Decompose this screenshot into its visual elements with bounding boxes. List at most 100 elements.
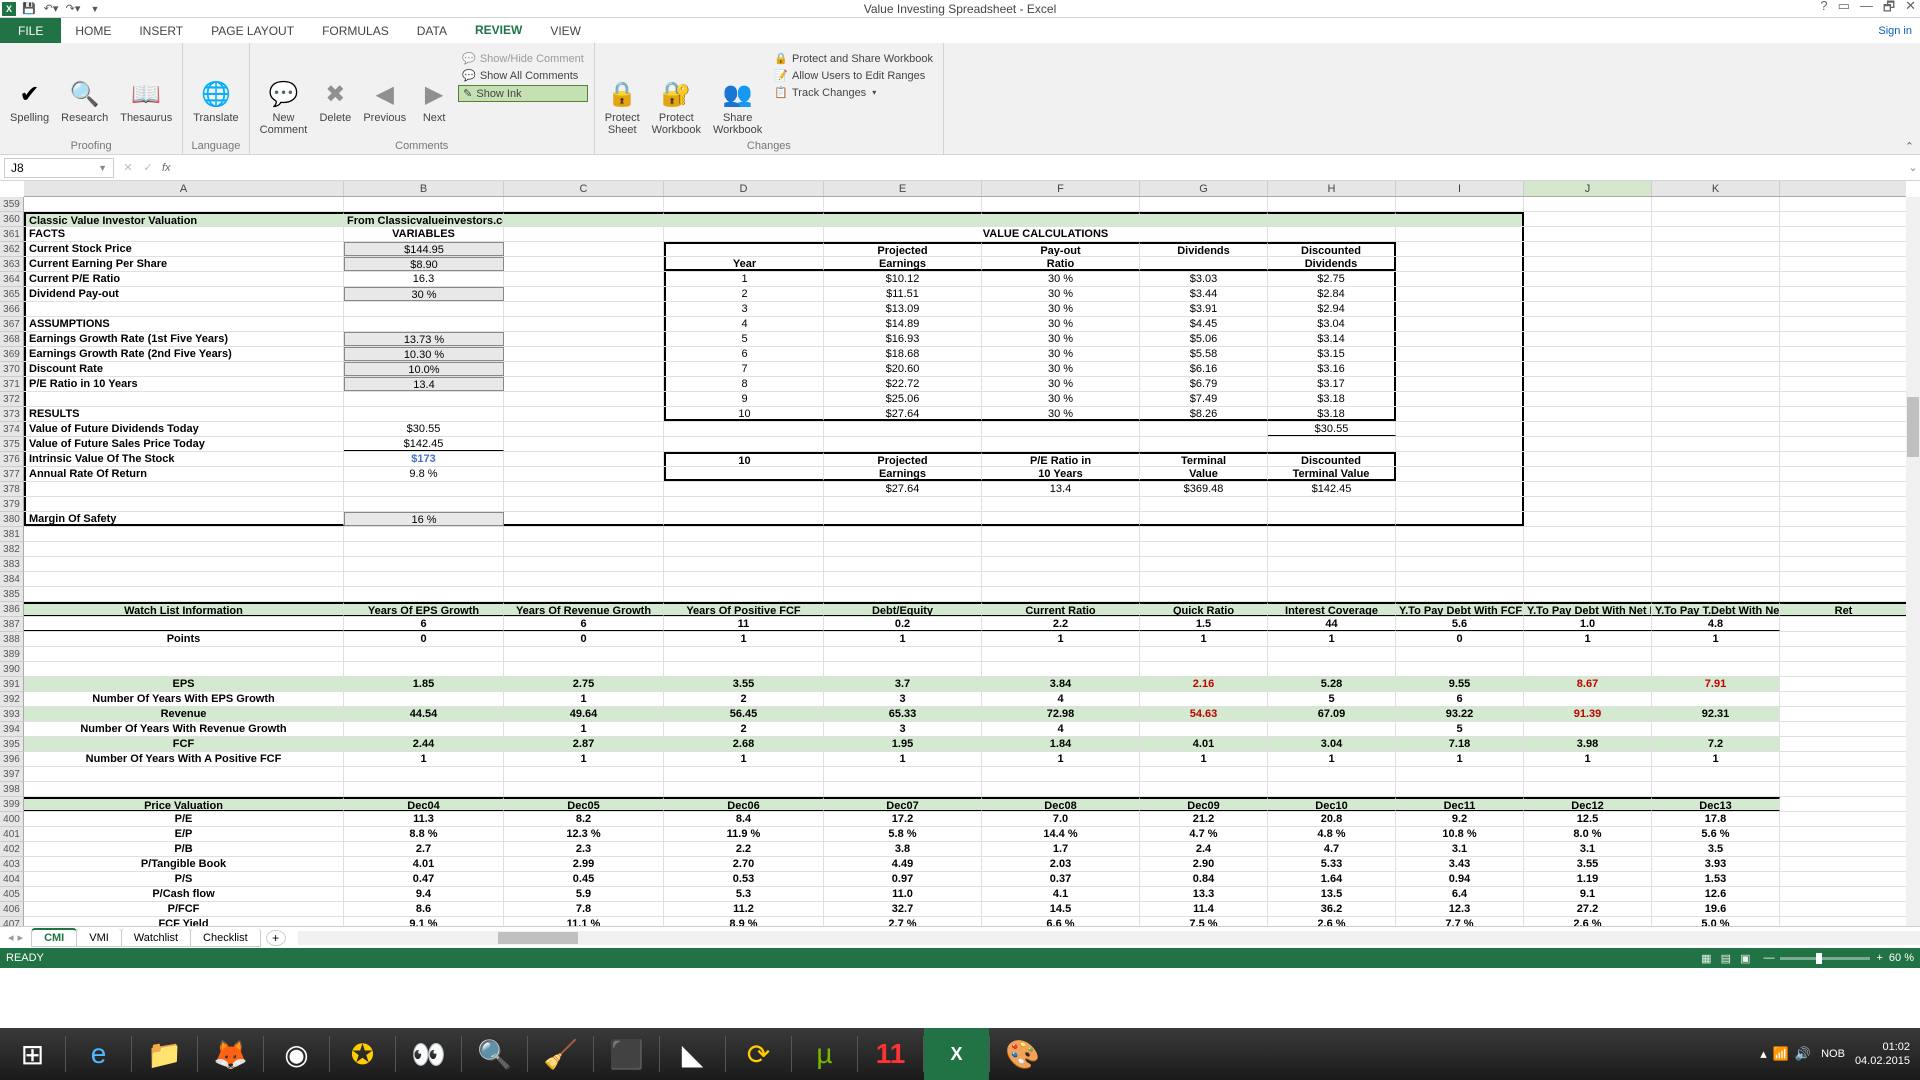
allow-edit-ranges-button[interactable]: 📝Allow Users to Edit Ranges: [770, 68, 937, 83]
thesaurus-button[interactable]: 📖Thesaurus: [116, 47, 176, 138]
zoom-in-icon[interactable]: +: [1876, 952, 1882, 964]
sign-in-link[interactable]: Sign in: [1878, 25, 1912, 37]
show-all-comments-button[interactable]: 💬Show All Comments: [458, 68, 588, 83]
zoom-out-icon[interactable]: —: [1763, 952, 1774, 964]
protect-workbook-button[interactable]: 🔐Protect Workbook: [648, 47, 705, 138]
qat-undo-icon[interactable]: ↶▾: [42, 2, 60, 16]
show-hide-comment-button[interactable]: 💬Show/Hide Comment: [458, 51, 588, 66]
tab-home[interactable]: HOME: [61, 18, 125, 43]
tab-formulas[interactable]: FORMULAS: [308, 18, 403, 43]
tab-review[interactable]: REVIEW: [461, 18, 536, 43]
tray-network-icon[interactable]: 📶: [1773, 1046, 1789, 1062]
restore-icon[interactable]: 🗗: [1883, 0, 1895, 20]
qat-customize-icon[interactable]: ▼: [86, 2, 104, 16]
taskbar-app7-icon[interactable]: ⟳: [726, 1028, 791, 1080]
taskbar: ⊞ e 📁 🦊 ◉ ✪ 👀 🔍 🧹 ⬛ ◣ ⟳ µ 11 X 🎨 ▴ 📶 🔊 N…: [0, 1028, 1920, 1080]
changes-group-label: Changes: [601, 140, 937, 152]
horizontal-scrollbar[interactable]: [298, 931, 1920, 945]
scroll-thumb[interactable]: [1907, 397, 1919, 457]
status-bar: READY ▦ ▤ ▣ — + 60 %: [0, 948, 1920, 968]
tab-data[interactable]: DATA: [403, 18, 461, 43]
tray-sound-icon[interactable]: 🔊: [1795, 1046, 1811, 1062]
zoom-slider[interactable]: [1780, 957, 1870, 960]
ribbon-display-icon[interactable]: ▭: [1838, 0, 1850, 20]
delete-comment-button[interactable]: ✖Delete: [315, 47, 355, 138]
enter-formula-icon[interactable]: ✓: [138, 161, 158, 174]
sheet-tab-vmi[interactable]: VMI: [76, 928, 122, 947]
view-normal-icon[interactable]: ▦: [1701, 953, 1711, 965]
hscroll-thumb[interactable]: [498, 932, 578, 944]
tab-view[interactable]: VIEW: [536, 18, 595, 43]
expand-formula-bar-icon[interactable]: ⌄: [1906, 161, 1920, 174]
sheet-tab-checklist[interactable]: Checklist: [190, 928, 261, 947]
qat-redo-icon[interactable]: ↷▾: [64, 2, 82, 16]
title-bar: X 💾 ↶▾ ↷▾ ▼ Value Investing Spreadsheet …: [0, 0, 1920, 18]
row-headers[interactable]: 3593603613623633643653663673683693703713…: [0, 197, 24, 926]
fx-icon[interactable]: fx: [162, 162, 171, 174]
new-comment-button[interactable]: 💬New Comment: [256, 47, 312, 138]
tray-clock[interactable]: 01:0204.02.2015: [1855, 1040, 1910, 1068]
taskbar-ie-icon[interactable]: e: [66, 1028, 131, 1080]
formula-input[interactable]: [175, 158, 1906, 178]
view-page-layout-icon[interactable]: ▤: [1721, 953, 1731, 965]
sheet-tab-watchlist[interactable]: Watchlist: [121, 928, 191, 947]
show-ink-icon: ✎: [463, 87, 472, 100]
vertical-scrollbar[interactable]: [1906, 197, 1920, 926]
show-all-icon: 💬: [462, 69, 476, 82]
taskbar-explorer-icon[interactable]: 📁: [132, 1028, 197, 1080]
taskbar-firefox-icon[interactable]: 🦊: [198, 1028, 263, 1080]
thesaurus-icon: 📖: [130, 78, 162, 110]
taskbar-ccleaner-icon[interactable]: 🧹: [528, 1028, 593, 1080]
grid-body[interactable]: Classic Value Investor ValuationFrom Cla…: [24, 197, 1906, 926]
name-box[interactable]: J8▼: [4, 158, 114, 178]
chevron-down-icon[interactable]: ▼: [98, 163, 107, 173]
protect-sheet-icon: 🔒: [606, 78, 638, 110]
allow-edit-icon: 📝: [774, 69, 788, 82]
cancel-formula-icon[interactable]: ✕: [118, 161, 138, 174]
tab-page-layout[interactable]: PAGE LAYOUT: [197, 18, 308, 43]
column-headers[interactable]: ABCDEFGHIJK: [24, 181, 1906, 197]
spelling-button[interactable]: ✔Spelling: [6, 47, 53, 138]
start-button[interactable]: ⊞: [0, 1028, 65, 1080]
taskbar-app2-icon[interactable]: 👀: [396, 1028, 461, 1080]
track-changes-button[interactable]: 📋Track Changes▾: [770, 85, 937, 100]
share-workbook-button[interactable]: 👥Share Workbook: [709, 47, 766, 138]
research-button[interactable]: 🔍Research: [57, 47, 112, 138]
taskbar-app5-icon[interactable]: ⬛: [594, 1028, 659, 1080]
taskbar-app9-icon[interactable]: 11: [858, 1028, 923, 1080]
next-comment-button[interactable]: ▶Next: [414, 47, 454, 138]
taskbar-app6-icon[interactable]: ◣: [660, 1028, 725, 1080]
sheet-nav-last-icon[interactable]: ▸: [18, 931, 24, 944]
previous-comment-icon: ◀: [369, 78, 401, 110]
protect-share-icon: 🔒: [774, 52, 788, 65]
add-sheet-button[interactable]: +: [266, 930, 286, 946]
qat-save-icon[interactable]: 💾: [20, 2, 38, 16]
taskbar-paint-icon[interactable]: 🎨: [990, 1028, 1055, 1080]
sheet-tab-cmi[interactable]: CMI: [31, 928, 77, 947]
taskbar-excel-icon[interactable]: X: [924, 1028, 989, 1080]
taskbar-app3-icon[interactable]: 🔍: [462, 1028, 527, 1080]
taskbar-app1-icon[interactable]: ✪: [330, 1028, 395, 1080]
tab-file[interactable]: FILE: [0, 18, 61, 43]
tray-up-icon[interactable]: ▴: [1760, 1046, 1767, 1062]
help-icon[interactable]: ?: [1820, 0, 1827, 20]
language-group-label: Language: [189, 140, 242, 152]
protect-sheet-button[interactable]: 🔒Protect Sheet: [601, 47, 644, 138]
sheet-nav-first-icon[interactable]: ◂: [8, 931, 14, 944]
share-workbook-icon: 👥: [722, 78, 754, 110]
spreadsheet-grid[interactable]: ABCDEFGHIJK 3593603613623633643653663673…: [0, 181, 1920, 926]
collapse-ribbon-icon[interactable]: ⌃: [1905, 140, 1914, 153]
tray-language[interactable]: NOB: [1821, 1048, 1845, 1060]
minimize-icon[interactable]: —: [1860, 0, 1873, 20]
taskbar-utorrent-icon[interactable]: µ: [792, 1028, 857, 1080]
taskbar-chrome-icon[interactable]: ◉: [264, 1028, 329, 1080]
comments-group-label: Comments: [256, 140, 588, 152]
previous-comment-button[interactable]: ◀Previous: [359, 47, 410, 138]
zoom-level[interactable]: 60 %: [1889, 952, 1914, 964]
view-page-break-icon[interactable]: ▣: [1740, 953, 1750, 965]
close-icon[interactable]: ✕: [1905, 0, 1916, 20]
show-ink-button[interactable]: ✎Show Ink: [458, 85, 588, 102]
translate-button[interactable]: 🌐Translate: [189, 47, 242, 138]
protect-share-button[interactable]: 🔒Protect and Share Workbook: [770, 51, 937, 66]
tab-insert[interactable]: INSERT: [125, 18, 197, 43]
